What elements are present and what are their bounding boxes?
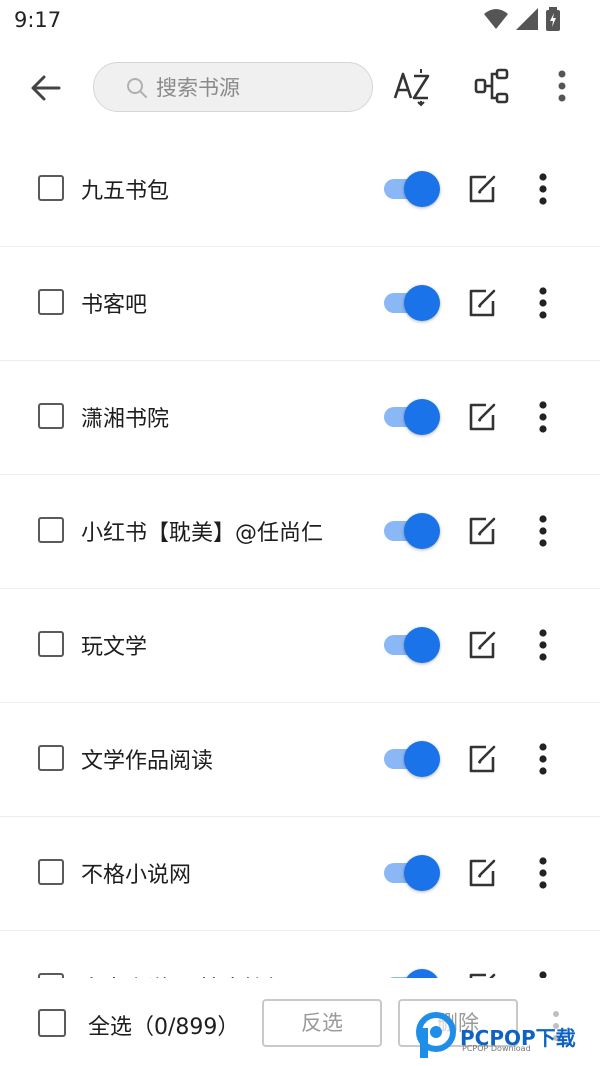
edit-icon bbox=[469, 403, 496, 431]
source-row[interactable]: 九五书包 bbox=[0, 133, 600, 247]
source-row[interactable]: 鬼去小说网[搜索接级] bbox=[0, 931, 600, 978]
book-source-list: 九五书包书客吧潇湘书院小红书【耽美】@任尚仁玩文学文学作品阅读不格小说网鬼去小说… bbox=[0, 133, 600, 978]
edit-source-button[interactable] bbox=[466, 629, 498, 661]
switch-thumb bbox=[404, 741, 440, 777]
edit-icon bbox=[469, 631, 496, 659]
more-vert-icon bbox=[539, 287, 547, 319]
source-more-button[interactable] bbox=[528, 969, 558, 978]
source-row[interactable]: 潇湘书院 bbox=[0, 361, 600, 475]
source-row[interactable]: 小红书【耽美】@任尚仁 bbox=[0, 475, 600, 589]
source-enable-switch[interactable] bbox=[384, 285, 440, 321]
status-time: 9:17 bbox=[14, 8, 62, 32]
source-name: 九五书包 bbox=[81, 179, 170, 204]
edit-source-button[interactable] bbox=[466, 743, 498, 775]
edit-source-button[interactable] bbox=[466, 173, 498, 205]
edit-icon bbox=[469, 973, 496, 978]
source-checkbox[interactable] bbox=[38, 631, 64, 657]
source-enable-switch[interactable] bbox=[384, 513, 440, 549]
status-icons bbox=[484, 7, 560, 31]
search-input[interactable] bbox=[154, 71, 358, 105]
status-bar: 9:17 bbox=[0, 0, 600, 40]
source-checkbox[interactable] bbox=[38, 859, 64, 885]
source-row[interactable]: 不格小说网 bbox=[0, 817, 600, 931]
watermark-subtext: PCPOP Download bbox=[462, 1044, 531, 1053]
cell-signal-icon bbox=[516, 8, 538, 30]
invert-selection-button[interactable]: 反选 bbox=[262, 999, 382, 1047]
source-name: 潇湘书院 bbox=[81, 407, 170, 432]
source-name: 鬼去小说网[搜索接级] bbox=[81, 971, 296, 978]
switch-thumb bbox=[404, 171, 440, 207]
source-checkbox[interactable] bbox=[38, 175, 64, 201]
switch-thumb bbox=[404, 969, 440, 978]
source-row[interactable]: 书客吧 bbox=[0, 247, 600, 361]
edit-source-button[interactable] bbox=[466, 857, 498, 889]
select-all-label[interactable]: 全选（0/899） bbox=[88, 1009, 239, 1041]
more-vert-icon bbox=[539, 857, 547, 889]
source-row[interactable]: 文学作品阅读 bbox=[0, 703, 600, 817]
source-row[interactable]: 玩文学 bbox=[0, 589, 600, 703]
source-name: 书客吧 bbox=[81, 293, 148, 318]
source-more-button[interactable] bbox=[528, 627, 558, 663]
select-all-checkbox[interactable] bbox=[38, 1009, 66, 1037]
source-name: 不格小说网 bbox=[81, 863, 192, 888]
source-enable-switch[interactable] bbox=[384, 171, 440, 207]
source-enable-switch[interactable] bbox=[384, 855, 440, 891]
source-more-button[interactable] bbox=[528, 855, 558, 891]
edit-icon bbox=[469, 745, 496, 773]
edit-source-button[interactable] bbox=[466, 971, 498, 978]
group-icon bbox=[474, 68, 509, 104]
more-vert-icon bbox=[539, 743, 547, 775]
source-enable-switch[interactable] bbox=[384, 627, 440, 663]
more-vert-icon bbox=[558, 70, 566, 102]
switch-thumb bbox=[404, 285, 440, 321]
switch-thumb bbox=[404, 513, 440, 549]
search-icon bbox=[127, 78, 147, 98]
edit-icon bbox=[469, 289, 496, 317]
source-enable-switch[interactable] bbox=[384, 741, 440, 777]
more-vert-icon bbox=[539, 173, 547, 205]
source-more-button[interactable] bbox=[528, 171, 558, 207]
source-name: 玩文学 bbox=[81, 635, 148, 660]
overflow-menu-button[interactable] bbox=[540, 64, 584, 108]
source-more-button[interactable] bbox=[528, 741, 558, 777]
group-button[interactable] bbox=[470, 64, 514, 108]
edit-source-button[interactable] bbox=[466, 401, 498, 433]
sort-az-icon bbox=[393, 69, 430, 107]
source-name: 文学作品阅读 bbox=[81, 749, 214, 774]
toolbar bbox=[0, 40, 600, 136]
more-vert-icon bbox=[539, 515, 547, 547]
source-enable-switch[interactable] bbox=[384, 399, 440, 435]
watermark-logo-icon bbox=[416, 1012, 456, 1058]
sort-button[interactable] bbox=[390, 64, 434, 108]
more-vert-icon bbox=[539, 629, 547, 661]
edit-icon bbox=[469, 175, 496, 203]
source-enable-switch[interactable] bbox=[384, 969, 440, 978]
search-box[interactable] bbox=[93, 62, 373, 112]
source-checkbox[interactable] bbox=[38, 745, 64, 771]
source-checkbox[interactable] bbox=[38, 517, 64, 543]
watermark: PCPOP下载 PCPOP Download bbox=[412, 1006, 600, 1064]
source-checkbox[interactable] bbox=[38, 289, 64, 315]
battery-icon bbox=[546, 7, 560, 31]
source-checkbox[interactable] bbox=[38, 403, 64, 429]
edit-source-button[interactable] bbox=[466, 287, 498, 319]
arrow-left-icon bbox=[31, 75, 61, 101]
source-more-button[interactable] bbox=[528, 513, 558, 549]
switch-thumb bbox=[404, 399, 440, 435]
source-name: 小红书【耽美】@任尚仁 bbox=[81, 521, 324, 546]
switch-thumb bbox=[404, 627, 440, 663]
more-vert-icon bbox=[539, 401, 547, 433]
source-more-button[interactable] bbox=[528, 285, 558, 321]
source-more-button[interactable] bbox=[528, 399, 558, 435]
back-button[interactable] bbox=[26, 68, 66, 108]
wifi-icon bbox=[484, 9, 508, 29]
edit-icon bbox=[469, 859, 496, 887]
switch-thumb bbox=[404, 855, 440, 891]
edit-source-button[interactable] bbox=[466, 515, 498, 547]
edit-icon bbox=[469, 517, 496, 545]
more-vert-icon bbox=[539, 971, 547, 978]
